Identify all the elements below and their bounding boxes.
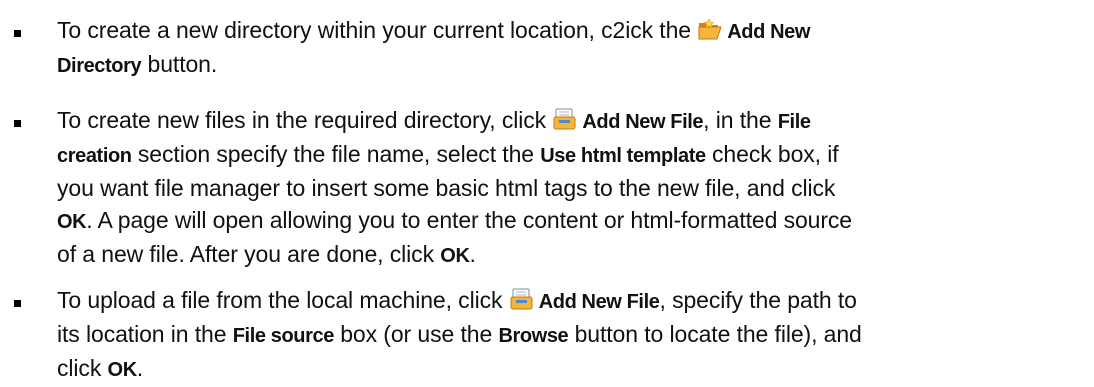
text-line: click OK.: [57, 352, 1087, 386]
text-run: , in the: [703, 107, 772, 133]
bullet: [14, 300, 21, 307]
text-run: To create a new directory within your cu…: [57, 17, 691, 43]
add-file-icon: [552, 107, 578, 131]
text-line: To create new files in the required dire…: [57, 104, 1087, 138]
bold-run: Use html template: [540, 145, 706, 167]
bold-run: Add New File: [538, 291, 660, 313]
folder-open-icon: [697, 17, 723, 41]
bullet: [14, 30, 21, 37]
text-line: its location in the File source box (or …: [57, 318, 1087, 352]
bold-run: OK: [57, 211, 87, 233]
text-run: To upload a file from the local machine,…: [57, 287, 503, 313]
list-item-text: To upload a file from the local machine,…: [57, 284, 1087, 386]
text-run: click: [57, 355, 102, 381]
text-run: of a new file. After you are done, click: [57, 241, 434, 267]
text-run: button.: [147, 51, 218, 77]
bold-run: File: [777, 111, 811, 133]
list-item-text: To create a new directory within your cu…: [57, 14, 1087, 82]
text-run: .: [136, 355, 144, 381]
bold-run: Browse: [498, 325, 569, 347]
text-run: . A page will open allowing you to enter…: [86, 207, 853, 233]
bold-run: Directory: [57, 55, 142, 77]
text-run: you want file manager to insert some bas…: [57, 175, 836, 201]
bold-run: OK: [107, 359, 138, 381]
text-line: you want file manager to insert some bas…: [57, 172, 1087, 204]
text-run: its location in the: [57, 321, 227, 347]
text-line: of a new file. After you are done, click…: [57, 238, 1087, 272]
text-line: To upload a file from the local machine,…: [57, 284, 1087, 318]
text-run: , specify the path to: [659, 287, 857, 313]
bold-run: Add New: [727, 21, 811, 43]
text-run: To create new files in the required dire…: [57, 107, 547, 133]
add-file-icon: [509, 287, 535, 311]
text-line: Directory button.: [57, 48, 1087, 82]
text-line: OK. A page will open allowing you to ent…: [57, 204, 1087, 238]
bold-run: OK: [440, 245, 470, 267]
bullet: [14, 120, 21, 127]
text-run: button to locate the file), and: [574, 321, 862, 347]
text-run: check box, if: [712, 141, 839, 167]
text-run: .: [469, 241, 476, 267]
text-line: To create a new directory within your cu…: [57, 14, 1087, 48]
text-line: creation section specify the file name, …: [57, 138, 1087, 172]
bold-run: Add New File: [582, 111, 704, 133]
bold-run: creation: [57, 145, 132, 167]
text-run: box (or use the: [340, 321, 493, 347]
bold-run: File source: [232, 325, 335, 347]
list-item-text: To create new files in the required dire…: [57, 104, 1087, 272]
text-run: section specify the file name, select th…: [137, 141, 534, 167]
